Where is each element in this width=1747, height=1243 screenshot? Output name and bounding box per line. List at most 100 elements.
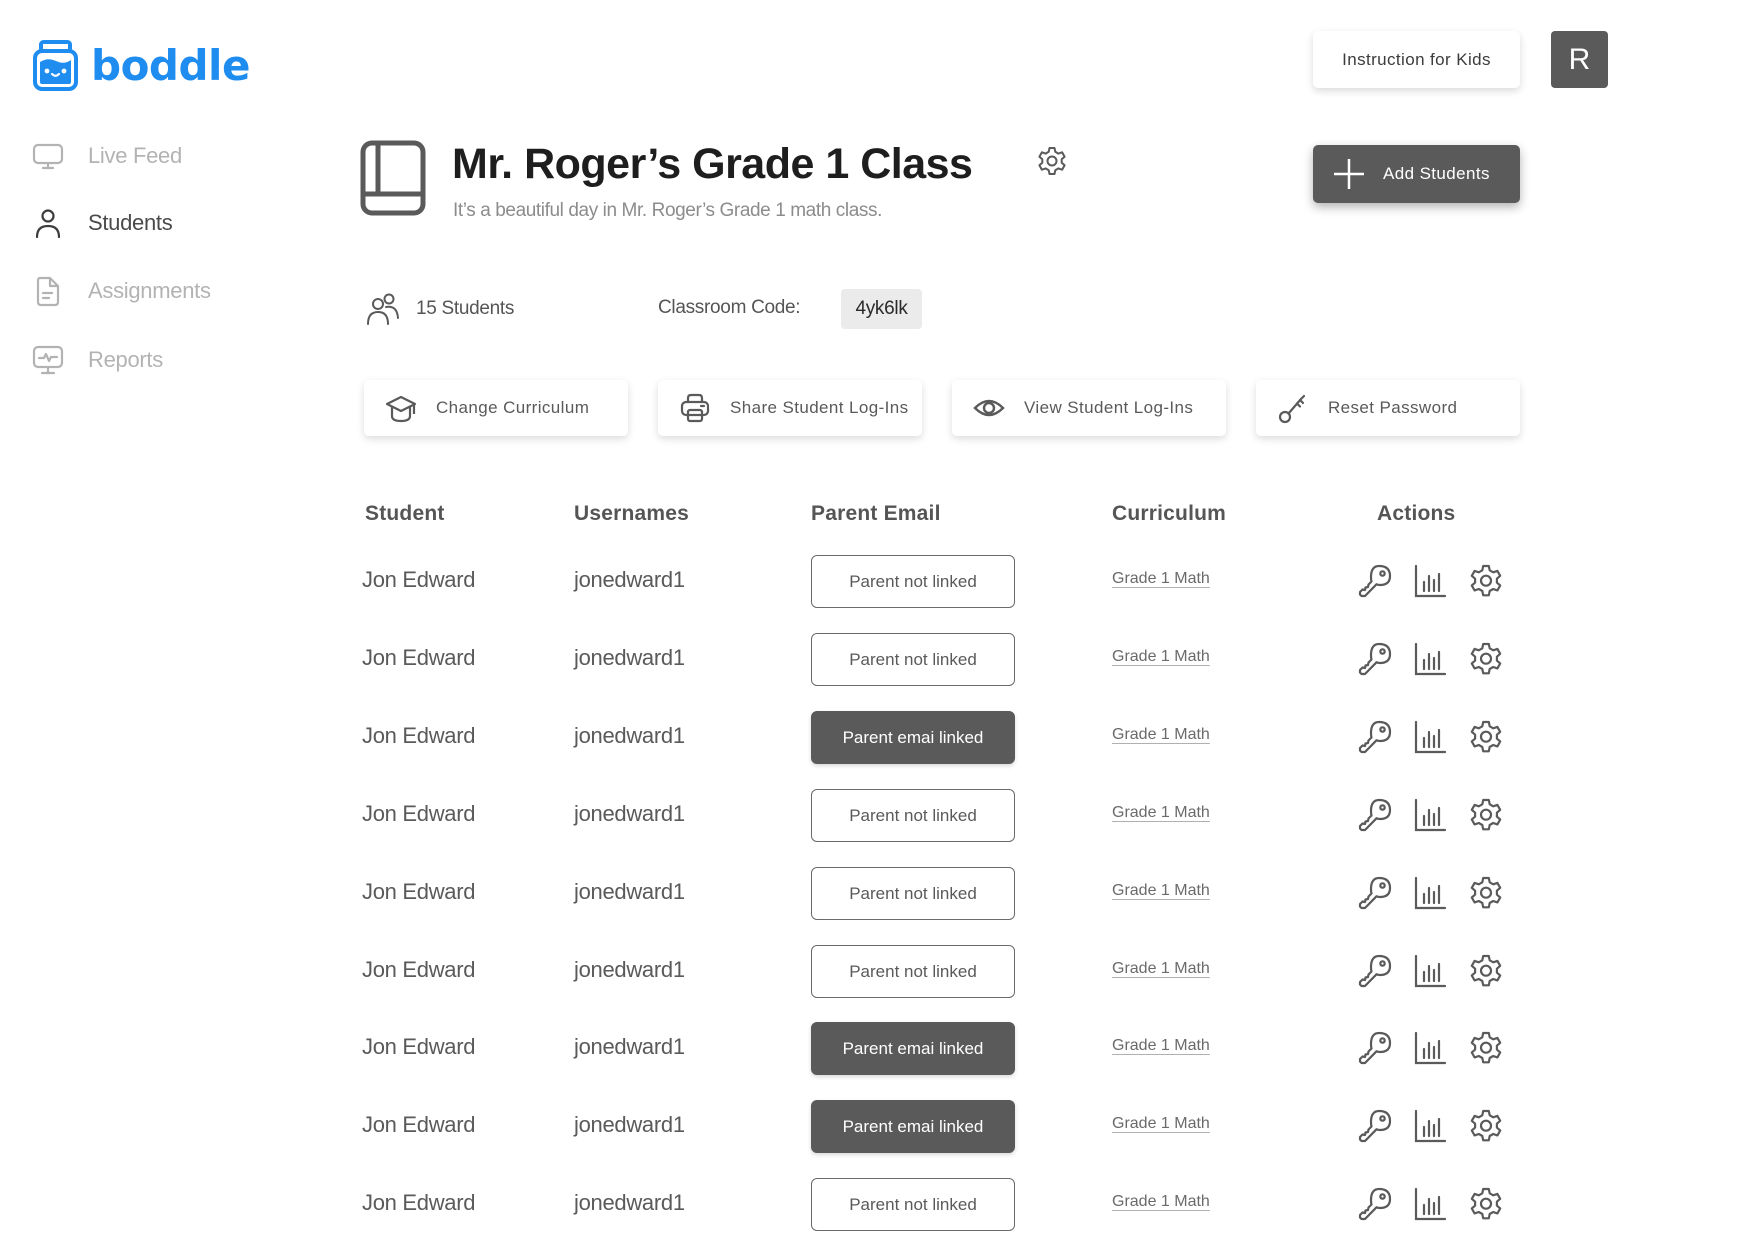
document-icon	[32, 275, 64, 307]
boddle-jar-icon	[33, 40, 78, 91]
table-row: Jon Edward jonedward1 Parent not linked …	[0, 865, 1747, 921]
column-header-usernames[interactable]: Usernames	[574, 502, 689, 526]
action-label: Change Curriculum	[436, 398, 590, 417]
key-icon[interactable]	[1357, 1186, 1393, 1222]
gear-icon[interactable]	[1468, 1030, 1504, 1066]
key-icon[interactable]	[1357, 641, 1393, 677]
key-icon[interactable]	[1357, 719, 1393, 755]
avatar[interactable]: R	[1551, 31, 1608, 88]
bar-chart-icon[interactable]	[1412, 719, 1448, 755]
bar-chart-icon[interactable]	[1412, 875, 1448, 911]
share-student-log-ins-button[interactable]: Share Student Log-Ins	[658, 380, 922, 436]
boddle-logo[interactable]: boddle	[32, 40, 250, 92]
bar-chart-icon[interactable]	[1412, 1108, 1448, 1144]
gear-icon[interactable]	[1468, 953, 1504, 989]
column-header-parent-email[interactable]: Parent Email	[811, 502, 941, 526]
student-username: jonedward1	[574, 1190, 685, 1215]
add-students-button[interactable]: Add Students	[1313, 145, 1520, 203]
parent-email-status-button[interactable]: Parent not linked	[811, 1178, 1015, 1231]
key-icon	[1276, 391, 1310, 425]
curriculum-link[interactable]: Grade 1 Math	[1112, 1115, 1210, 1133]
bar-chart-icon[interactable]	[1412, 797, 1448, 833]
action-label: Reset Password	[1328, 398, 1458, 417]
parent-email-status-button[interactable]: Parent emai linked	[811, 711, 1015, 764]
parent-email-status-button[interactable]: Parent not linked	[811, 945, 1015, 998]
column-header-student[interactable]: Student	[365, 502, 445, 526]
student-username: jonedward1	[574, 1112, 685, 1137]
change-curriculum-button[interactable]: Change Curriculum	[364, 380, 628, 436]
curriculum-link[interactable]: Grade 1 Math	[1112, 648, 1210, 666]
class-subtitle: It’s a beautiful day in Mr. Roger’s Grad…	[453, 200, 882, 221]
table-row: Jon Edward jonedward1 Parent not linked …	[0, 631, 1747, 687]
key-icon[interactable]	[1357, 1108, 1393, 1144]
parent-email-status-button[interactable]: Parent emai linked	[811, 1100, 1015, 1153]
student-username: jonedward1	[574, 801, 685, 826]
sidebar-item-live-feed[interactable]: Live Feed	[32, 136, 182, 176]
parent-email-status-button[interactable]: Parent emai linked	[811, 1022, 1015, 1075]
gear-icon[interactable]	[1468, 797, 1504, 833]
bar-chart-icon[interactable]	[1412, 641, 1448, 677]
view-student-log-ins-button[interactable]: View Student Log-Ins	[952, 380, 1226, 436]
student-username: jonedward1	[574, 723, 685, 748]
table-row: Jon Edward jonedward1 Parent not linked …	[0, 943, 1747, 999]
student-count-label: 15 Students	[416, 298, 515, 319]
key-icon[interactable]	[1357, 563, 1393, 599]
key-icon[interactable]	[1357, 797, 1393, 833]
table-row: Jon Edward jonedward1 Parent not linked …	[0, 787, 1747, 843]
users-icon	[367, 293, 399, 325]
key-icon[interactable]	[1357, 953, 1393, 989]
add-students-label: Add Students	[1383, 164, 1490, 183]
parent-email-status-button[interactable]: Parent not linked	[811, 789, 1015, 842]
student-username: jonedward1	[574, 879, 685, 904]
sidebar-item-label: Students	[88, 210, 173, 235]
student-username: jonedward1	[574, 1034, 685, 1059]
sidebar-item-label: Live Feed	[88, 143, 182, 168]
parent-email-status-button[interactable]: Parent not linked	[811, 633, 1015, 686]
student-name: Jon Edward	[362, 645, 476, 670]
curriculum-link[interactable]: Grade 1 Math	[1112, 726, 1210, 744]
action-label: View Student Log-Ins	[1024, 398, 1194, 417]
parent-email-status-button[interactable]: Parent not linked	[811, 867, 1015, 920]
gear-icon[interactable]	[1468, 1108, 1504, 1144]
sidebar-item-students[interactable]: Students	[32, 203, 173, 243]
curriculum-link[interactable]: Grade 1 Math	[1112, 960, 1210, 978]
graduation-cap-icon	[384, 391, 418, 425]
gear-icon[interactable]	[1468, 563, 1504, 599]
table-row: Jon Edward jonedward1 Parent emai linked…	[0, 1098, 1747, 1154]
plus-icon	[1334, 159, 1364, 189]
student-name: Jon Edward	[362, 1112, 476, 1137]
curriculum-link[interactable]: Grade 1 Math	[1112, 804, 1210, 822]
bar-chart-icon[interactable]	[1412, 1030, 1448, 1066]
student-name: Jon Edward	[362, 723, 476, 748]
instruction-for-kids-button[interactable]: Instruction for Kids	[1313, 31, 1520, 88]
reset-password-button[interactable]: Reset Password	[1256, 380, 1520, 436]
student-username: jonedward1	[574, 567, 685, 592]
bar-chart-icon[interactable]	[1412, 1186, 1448, 1222]
key-icon[interactable]	[1357, 1030, 1393, 1066]
student-count: 15 Students	[366, 290, 514, 328]
class-settings-gear-icon[interactable]	[1036, 145, 1068, 177]
sidebar-item-reports[interactable]: Reports	[32, 340, 163, 380]
key-icon[interactable]	[1357, 875, 1393, 911]
curriculum-link[interactable]: Grade 1 Math	[1112, 1037, 1210, 1055]
eye-icon	[972, 391, 1006, 425]
monitor-pulse-icon	[32, 344, 64, 376]
sidebar-item-assignments[interactable]: Assignments	[32, 271, 211, 311]
gear-icon[interactable]	[1468, 875, 1504, 911]
gear-icon[interactable]	[1468, 1186, 1504, 1222]
classroom-code-label: Classroom Code:	[658, 297, 801, 318]
classroom-code[interactable]: 4yk6lk	[841, 289, 922, 329]
curriculum-link[interactable]: Grade 1 Math	[1112, 882, 1210, 900]
column-header-curriculum[interactable]: Curriculum	[1112, 502, 1226, 526]
curriculum-link[interactable]: Grade 1 Math	[1112, 570, 1210, 588]
page-title: Mr. Roger’s Grade 1 Class	[452, 140, 973, 188]
curriculum-link[interactable]: Grade 1 Math	[1112, 1193, 1210, 1211]
student-username: jonedward1	[574, 645, 685, 670]
bar-chart-icon[interactable]	[1412, 563, 1448, 599]
gear-icon[interactable]	[1468, 719, 1504, 755]
gear-icon[interactable]	[1468, 641, 1504, 677]
bar-chart-icon[interactable]	[1412, 953, 1448, 989]
student-name: Jon Edward	[362, 1034, 476, 1059]
parent-email-status-button[interactable]: Parent not linked	[811, 555, 1015, 608]
table-row: Jon Edward jonedward1 Parent not linked …	[0, 553, 1747, 609]
